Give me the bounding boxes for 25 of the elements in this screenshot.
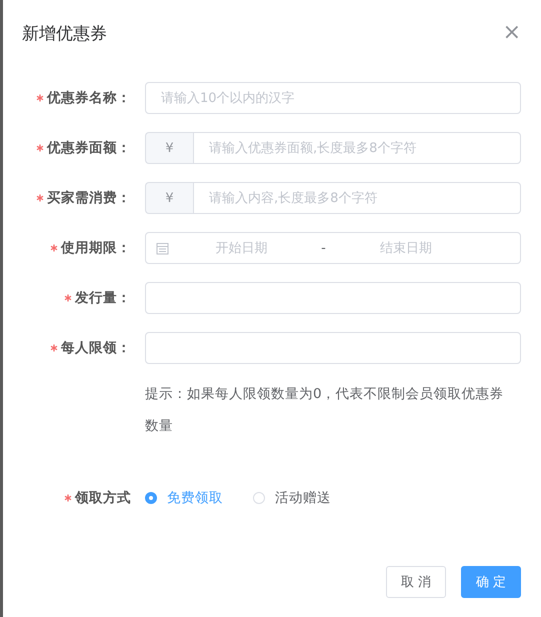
calendar-icon [156, 242, 169, 254]
amount-field[interactable]: 请输入内容,长度最多8个字符 [193, 182, 521, 214]
field-label: 发行量： [75, 289, 131, 307]
currency-prefix: ¥ [165, 140, 174, 156]
dialog-title: 新增优惠券 [22, 22, 107, 44]
field-label: 优惠券名称： [47, 89, 131, 107]
start-date-placeholder: 开始日期 [214, 240, 268, 257]
hint-text: 提示：如果每人限领数量为0，代表不限制会员领取优惠券数量 [145, 385, 505, 436]
text-field[interactable] [145, 332, 521, 364]
field-label: 使用期限： [61, 239, 131, 257]
radio-button[interactable] [145, 492, 157, 504]
amount-field[interactable]: 请输入优惠券面额,长度最多8个字符 [193, 132, 521, 164]
cancel-button[interactable]: 取 消 [386, 566, 446, 598]
text-field[interactable] [145, 282, 521, 314]
radio-label[interactable]: 活动赠送 [275, 489, 331, 507]
close-button[interactable]: × [502, 23, 521, 43]
date-range-field[interactable]: 开始日期 - 结束日期 [145, 232, 521, 264]
field-label: 优惠券面额： [47, 139, 131, 157]
end-date-placeholder: 结束日期 [378, 240, 433, 257]
range-separator: - [320, 240, 327, 256]
field-label: 买家需消费： [47, 189, 131, 207]
field-label: 每人限领： [61, 339, 131, 357]
text-field[interactable]: 请输入10个以内的汉字 [145, 82, 521, 114]
currency-prefix: ¥ [165, 190, 174, 206]
field-label: 领取方式 [75, 489, 131, 507]
